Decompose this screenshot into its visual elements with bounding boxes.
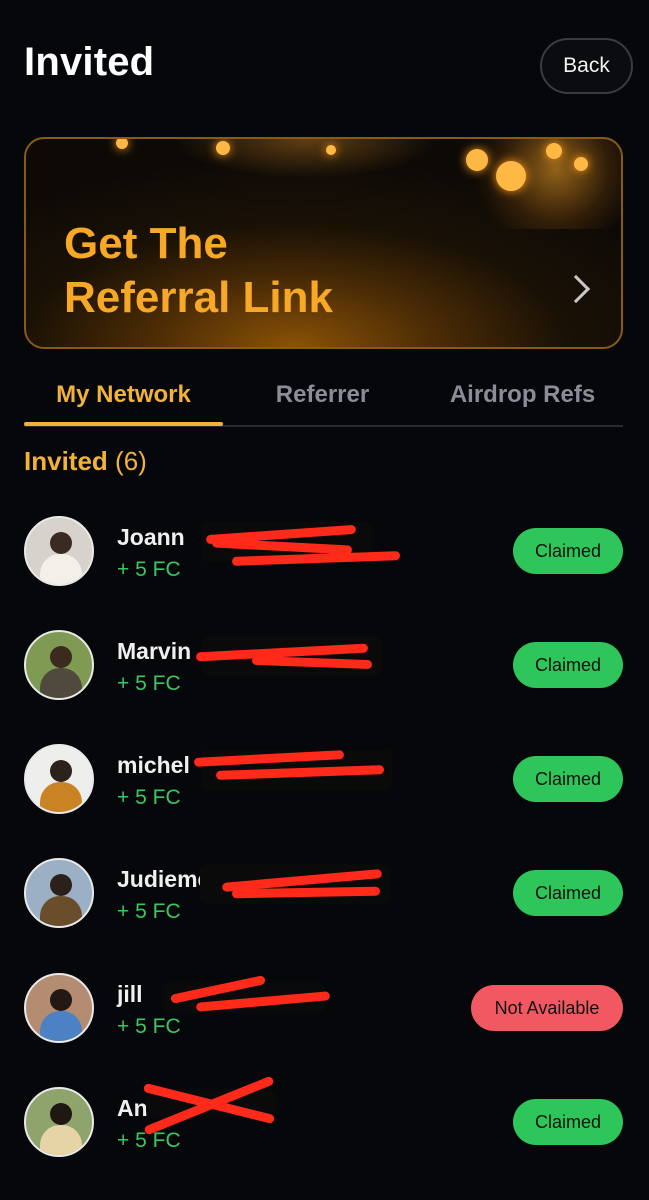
redaction-mark	[192, 746, 392, 794]
avatar-body	[40, 896, 82, 926]
redaction-mark	[192, 860, 390, 908]
referral-link-banner[interactable]: Get The Referral Link	[24, 137, 623, 349]
avatar	[24, 858, 94, 928]
bokeh-light	[546, 143, 562, 159]
bokeh-light	[574, 157, 588, 171]
bokeh-light	[116, 139, 128, 149]
redaction-mark	[192, 518, 401, 566]
invitee-name: michel	[117, 752, 190, 778]
avatar	[24, 973, 94, 1043]
tab-my-network[interactable]: My Network	[24, 365, 223, 425]
status-badge: Claimed	[513, 1099, 623, 1145]
avatar-body	[40, 668, 82, 698]
banner-glow	[176, 139, 436, 179]
avatar	[24, 744, 94, 814]
active-tab-indicator	[24, 422, 223, 426]
bokeh-light	[496, 161, 526, 191]
avatar-body	[40, 782, 82, 812]
invitee-name: Joann	[117, 524, 185, 550]
invitee-name: jill	[117, 981, 143, 1007]
avatar	[24, 516, 94, 586]
status-badge: Claimed	[513, 642, 623, 688]
section-title-label: Invited	[24, 446, 108, 476]
avatar-head	[50, 760, 72, 782]
reward-amount: + 5 FC	[117, 1015, 181, 1038]
avatar-head	[50, 532, 72, 554]
list-item[interactable]: An + 5 FC Claimed	[24, 1075, 623, 1169]
reward-amount: + 5 FC	[117, 672, 181, 695]
bokeh-light	[216, 141, 230, 155]
tab-bar: My Network Referrer Airdrop Refs	[24, 365, 623, 427]
avatar-body	[40, 1011, 82, 1041]
status-badge: Not Available	[471, 985, 623, 1031]
redaction-mark	[192, 632, 382, 680]
avatar	[24, 1087, 94, 1157]
invited-count: (6)	[115, 446, 147, 476]
tab-referrer[interactable]: Referrer	[223, 365, 422, 425]
status-badge: Claimed	[513, 870, 623, 916]
banner-heading: Get The Referral Link	[64, 217, 333, 325]
reward-amount: + 5 FC	[117, 1129, 181, 1152]
section-title: Invited (6)	[24, 446, 147, 477]
banner-line-2: Referral Link	[64, 273, 333, 322]
invitee-name: Marvin	[117, 638, 192, 664]
avatar-head	[50, 1103, 72, 1125]
reward-amount: + 5 FC	[117, 558, 181, 581]
header: Invited Back	[0, 0, 649, 130]
avatar-head	[50, 989, 72, 1011]
avatar-body	[40, 1125, 82, 1155]
avatar-head	[50, 646, 72, 668]
page-title: Invited	[24, 40, 155, 84]
list-item[interactable]: Judieme + 5 FC Claimed	[24, 850, 623, 940]
reward-amount: + 5 FC	[117, 900, 181, 923]
tab-airdrop-refs[interactable]: Airdrop Refs	[422, 365, 623, 425]
back-button[interactable]: Back	[540, 38, 633, 94]
chevron-right-icon[interactable]	[561, 274, 591, 304]
status-badge: Claimed	[513, 528, 623, 574]
status-badge: Claimed	[513, 756, 623, 802]
banner-line-1: Get The	[64, 219, 228, 268]
redaction-mark	[136, 1075, 326, 1136]
avatar	[24, 630, 94, 700]
list-item[interactable]: jill + 5 FC Not Available	[24, 965, 623, 1055]
reward-amount: + 5 FC	[117, 786, 181, 809]
list-item[interactable]: michel + 5 FC Claimed	[24, 736, 623, 826]
bokeh-light	[466, 149, 488, 171]
avatar-head	[50, 874, 72, 896]
list-item[interactable]: Joann + 5 FC Claimed	[24, 508, 623, 598]
redaction-mark	[156, 975, 346, 1023]
avatar-body	[40, 554, 82, 584]
list-item[interactable]: Marvin + 5 FC Claimed	[24, 622, 623, 712]
bokeh-light	[326, 145, 336, 155]
